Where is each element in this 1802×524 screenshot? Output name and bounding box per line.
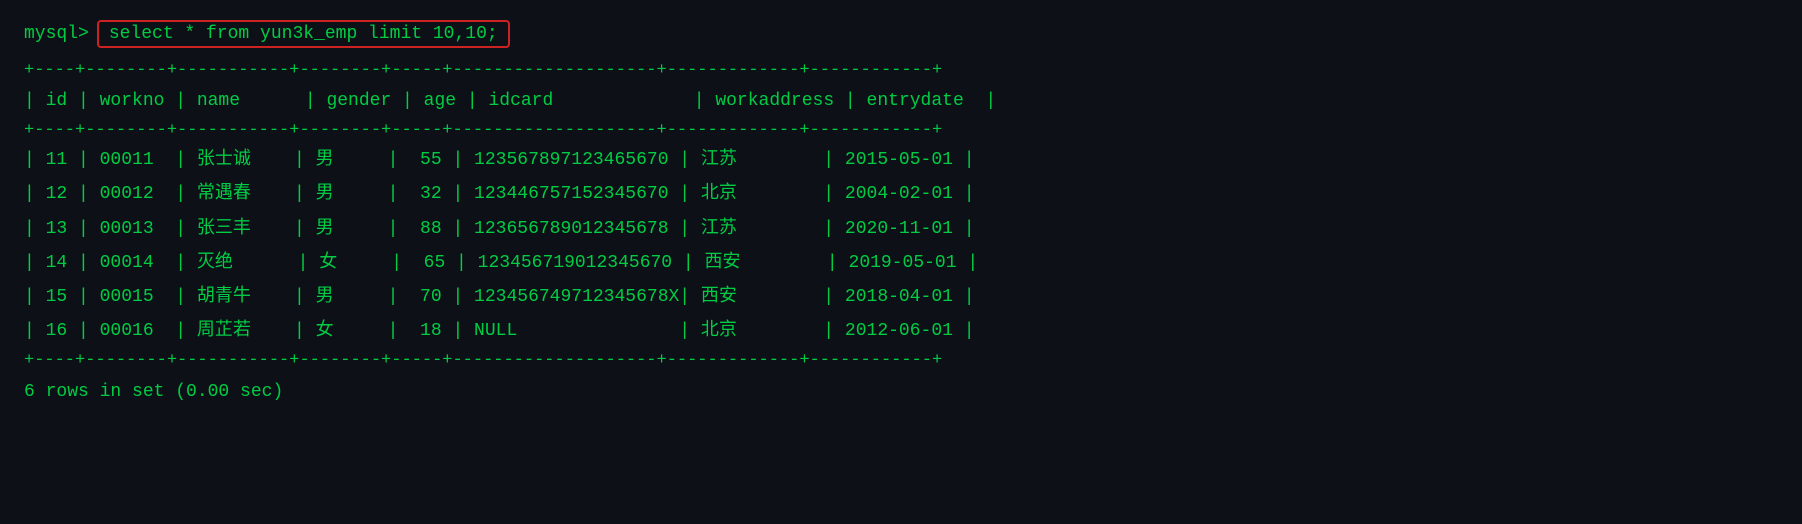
row-2: | 12 | 00012 | 常遇春 | 男 | 32 | 1234467571… — [24, 184, 975, 204]
table-row: | 16 | 00016 | 周芷若 | 女 | 18 | NULL | 北京 … — [24, 314, 1778, 348]
table-row: | 15 | 00015 | 胡青牛 | 男 | 70 | 1234567497… — [24, 280, 1778, 314]
row-5: | 15 | 00015 | 胡青牛 | 男 | 70 | 1234567497… — [24, 287, 975, 307]
table-row: | 11 | 00011 | 张士诚 | 男 | 55 | 1235678971… — [24, 143, 1778, 177]
result-footer: 6 rows in set (0.00 sec) — [24, 382, 1778, 402]
result-table: +----+--------+-----------+--------+----… — [24, 58, 1778, 374]
table-row: | 12 | 00012 | 常遇春 | 男 | 32 | 1234467571… — [24, 177, 1778, 211]
top-divider: +----+--------+-----------+--------+----… — [24, 58, 1778, 84]
table-row: | 14 | 00014 | 灭绝 | 女 | 65 | 12345671901… — [24, 246, 1778, 280]
table-row: | 13 | 00013 | 张三丰 | 男 | 88 | 1236567890… — [24, 212, 1778, 246]
data-rows: | 11 | 00011 | 张士诚 | 男 | 55 | 1235678971… — [24, 143, 1778, 348]
prompt-line: mysql> select * from yun3k_emp limit 10,… — [24, 20, 1778, 48]
bottom-divider: +----+--------+-----------+--------+----… — [24, 348, 1778, 374]
row-6: | 16 | 00016 | 周芷若 | 女 | 18 | NULL | 北京 … — [24, 321, 975, 341]
row-3: | 13 | 00013 | 张三丰 | 男 | 88 | 1236567890… — [24, 219, 975, 239]
row-4: | 14 | 00014 | 灭绝 | 女 | 65 | 12345671901… — [24, 253, 978, 273]
header-cells: | id | workno | name | gender | age | id… — [24, 91, 996, 111]
header-row: | id | workno | name | gender | age | id… — [24, 84, 1778, 118]
row-1: | 11 | 00011 | 张士诚 | 男 | 55 | 1235678971… — [24, 150, 975, 170]
prompt-prefix: mysql> — [24, 24, 89, 44]
mid-divider: +----+--------+-----------+--------+----… — [24, 118, 1778, 144]
sql-query[interactable]: select * from yun3k_emp limit 10,10; — [97, 20, 510, 48]
